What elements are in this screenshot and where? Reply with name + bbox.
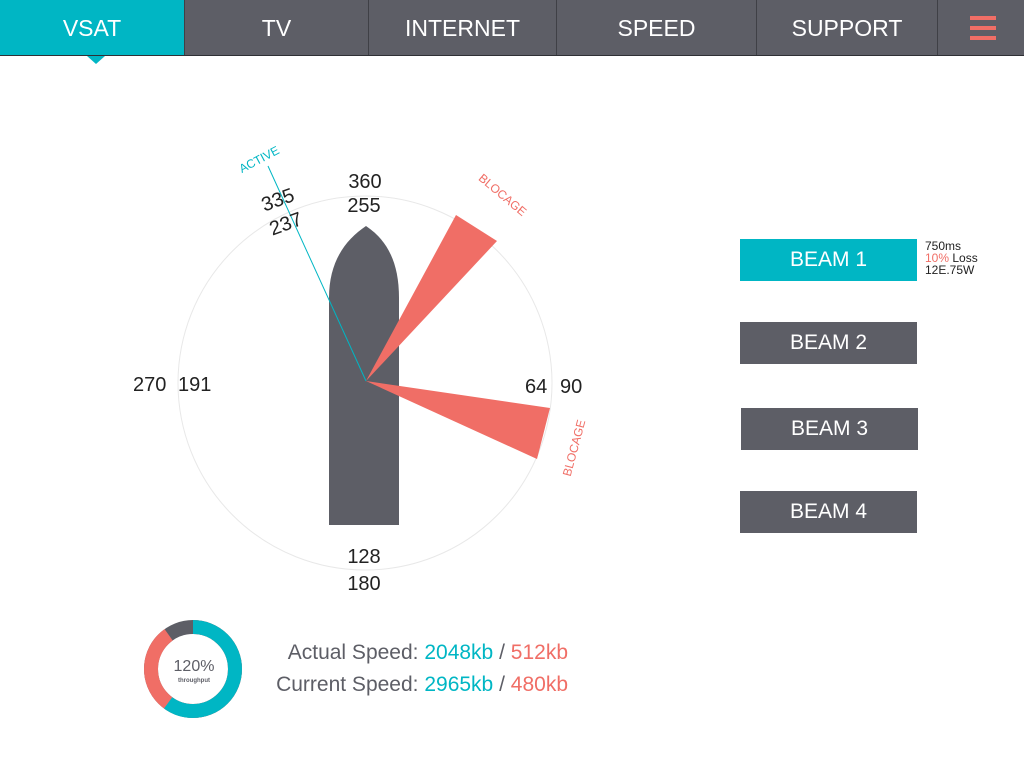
actual-speed-row: Actual Speed: 2048kb / 512kb [250,641,568,665]
blockage-label-1: BLOCAGE [476,171,529,219]
beam-2-button[interactable]: BEAM 2 [740,322,917,364]
beam-1-button[interactable]: BEAM 1 [740,239,917,281]
current-speed-up: 480kb [510,673,568,696]
beam-4-button[interactable]: BEAM 4 [740,491,917,533]
speed-separator: / [499,673,505,696]
heading-south-outer: 180 [347,573,380,595]
beam-3-button[interactable]: BEAM 3 [741,408,918,450]
speed-separator: / [499,641,505,664]
current-speed-label: Current Speed: [276,673,419,696]
heading-east-inner: 64 [525,376,547,398]
heading-north-inner: 255 [347,195,380,217]
beam-info: 750ms 10% Loss 12E.75W [925,240,978,276]
actual-speed-down: 2048kb [424,641,494,664]
current-speed-row: Current Speed: 2965kb / 480kb [250,673,568,697]
beam-position: 12E.75W [925,263,975,277]
active-label: ACTIVE [237,143,282,176]
heading-north-outer: 360 [348,171,381,193]
blockage-label-2: BLOCAGE [560,418,589,478]
current-speed-down: 2965kb [424,673,494,696]
heading-south-inner: 128 [347,546,380,568]
actual-speed-label: Actual Speed: [287,641,419,664]
actual-speed-up: 512kb [510,641,568,664]
heading-east-outer: 90 [560,376,582,398]
heading-west-inner: 191 [178,374,211,396]
throughput-value: 120% [174,658,215,675]
heading-west-outer: 270 [133,374,166,396]
throughput-gauge: 120% throughput [144,620,242,718]
throughput-label: throughput [178,678,210,684]
